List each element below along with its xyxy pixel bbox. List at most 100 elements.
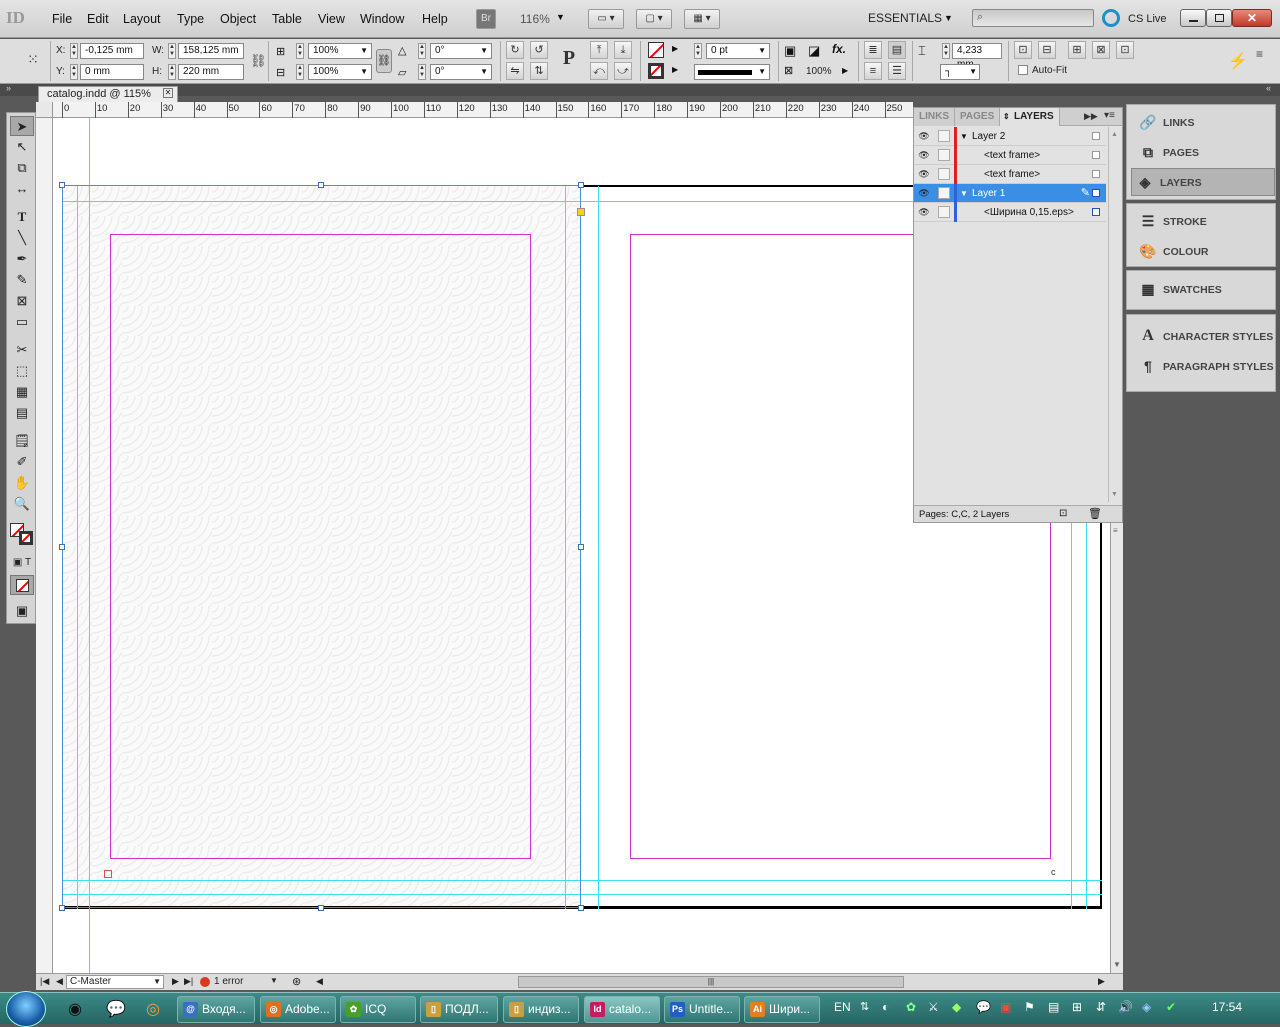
visibility-eye-icon[interactable]: 👁 [918,187,930,199]
layers-scroll-up-icon[interactable]: ▲ [1111,131,1118,138]
w-stepper[interactable]: ▲ ▼ [168,43,176,59]
paragraph-icon[interactable]: P [556,47,582,75]
selection-indicator[interactable] [1092,208,1100,216]
handle-top-left[interactable] [59,182,65,188]
rotate-ccw-icon[interactable]: ↺ [530,41,548,59]
x-stepper[interactable]: ▲ ▼ [70,43,78,59]
chevron-down-icon[interactable]: ▼ [556,12,565,22]
arrange-documents-button[interactable]: ▦ ▾ [684,9,720,29]
disclosure-triangle-icon[interactable]: ▼ [960,184,968,203]
opacity-chevron-icon[interactable]: ▶ [842,66,848,75]
disclosure-triangle-icon[interactable]: ▼ [960,127,968,146]
scissors-tool-icon[interactable]: ✂ [10,340,34,360]
firefox-icon[interactable]: ◎ [146,999,160,1019]
zoom-tool-icon[interactable]: 🔍 [10,494,34,514]
rotate-cw-icon[interactable]: ↻ [506,41,524,59]
first-page-icon[interactable]: |◀ [40,976,49,987]
scale-x-stepper[interactable]: ▲ ▼ [296,43,304,59]
select-content-icon[interactable]: ⤓ [614,41,632,59]
text-wrap-jump-icon[interactable]: ☰ [888,62,906,80]
note-tool-icon[interactable]: 🗒 [10,431,34,451]
line-tool-icon[interactable]: ╲ [10,228,34,248]
tray-icon-6[interactable]: ▤ [1048,1000,1059,1014]
bridge-button[interactable]: Br [476,9,496,29]
free-transform-tool-icon[interactable]: ⬚ [10,361,34,381]
fit-content-to-frame-icon[interactable]: ⊟ [1038,41,1056,59]
selection-tool-icon[interactable]: ➤ [10,116,34,136]
visibility-eye-icon[interactable]: 👁 [918,168,930,180]
menu-file[interactable]: File [52,12,72,26]
preflight-errors[interactable]: 1 error [214,976,243,987]
y-field[interactable]: 0 mm [80,64,144,80]
shear-field[interactable]: 0° ▼ [430,64,492,80]
bluetooth-icon[interactable]: ◈ [1142,1000,1151,1014]
chat-icon[interactable]: 💬 [106,999,126,1019]
fill-frame-icon[interactable]: ⊞ [1068,41,1086,59]
menu-type[interactable]: Type [177,12,204,26]
hand-tool-icon[interactable]: ✋ [10,473,34,493]
last-page-icon[interactable]: ▶| [184,976,193,987]
taskbar-button[interactable]: ▯ ПОДЛ... [420,996,498,1023]
pencil-tool-icon[interactable]: ✎ [10,270,34,290]
menu-layout[interactable]: Layout [123,12,161,26]
acrobat-tray-icon[interactable]: ▣ [1000,1000,1011,1014]
scale-y-field[interactable]: 100% ▼ [308,64,372,80]
restore-button[interactable] [1206,9,1232,27]
dock-paragraph-styles[interactable]: ¶ PARAGRAPH STYLES [1135,353,1275,381]
scale-y-stepper[interactable]: ▲ ▼ [296,64,304,80]
stroke-chevron-icon[interactable]: ▶ [672,65,678,74]
cs-live-button[interactable]: CS Live [1128,13,1167,25]
view-options-button[interactable]: ▭ ▾ [588,9,624,29]
panel-options-icon[interactable]: ▾≡ [1104,110,1115,121]
drop-shadow-icon[interactable]: ▣ [784,43,796,59]
opacity-value[interactable]: 100% [806,66,832,77]
tray-icon-1[interactable]: ◐ [882,1000,889,1014]
taskbar-button[interactable]: Ai Шири... [744,996,820,1023]
menu-window[interactable]: Window [360,12,404,26]
x-field[interactable]: -0,125 mm [80,43,144,59]
dock-links[interactable]: 🔗 LINKS [1135,109,1275,137]
taskbar-button[interactable]: ◎ Adobe... [260,996,336,1023]
fit-proportionally-icon[interactable]: ⊠ [1092,41,1110,59]
vertical-ruler[interactable] [36,118,53,973]
constrain-proportions-icon[interactable]: ⛓ [250,53,267,69]
horizontal-ruler[interactable]: 0 10 20 30 40 50 60 70 80 90 100 110 120 130 140 150 160… [53,102,913,118]
layer-item-row[interactable]: 👁 <Ширина 0,15.eps> [914,203,1106,222]
corner-options-handle[interactable] [577,208,585,216]
stroke-color-icon[interactable] [19,531,33,545]
gap-tool-icon[interactable]: ↔ [10,179,34,199]
handle-bottom-center[interactable] [318,905,324,911]
flag-icon[interactable]: ⚑ [1024,1000,1035,1014]
document-tab[interactable]: catalog.indd @ 115% ✕ [38,86,178,102]
tab-links[interactable]: LINKS [914,108,955,126]
direct-selection-tool-icon[interactable]: ↖ [10,137,34,157]
link-scale-icon[interactable]: ⛓ [376,49,392,73]
fill-chevron-icon[interactable]: ▶ [672,44,678,53]
dock-stroke[interactable]: ☰ STROKE [1135,208,1275,236]
collapse-panel-icon[interactable]: ▶▶ [1084,111,1098,122]
close-document-icon[interactable]: ✕ [163,88,173,98]
stroke-weight-stepper[interactable]: ▲ ▼ [694,43,702,59]
tab-layers[interactable]: ⇕ LAYERS [1000,108,1060,126]
taskbar-button[interactable]: ▯ индиз... [503,996,579,1023]
handle-bottom-right[interactable] [578,905,584,911]
workspace-chevron-icon[interactable]: ▼ [944,13,953,23]
selection-indicator[interactable] [1092,189,1100,197]
usb-icon[interactable]: ⇵ [1096,1000,1106,1014]
start-button[interactable] [6,991,46,1027]
fill-swatch-icon[interactable] [648,42,664,58]
lock-toggle[interactable] [938,187,950,199]
new-layer-icon[interactable]: ⊡ [1059,508,1067,519]
stroke-weight-field[interactable]: 0 pt ▼ [706,43,770,59]
rotate-field[interactable]: 0° ▼ [430,43,492,59]
lightning-icon[interactable]: ⚡ [1228,51,1248,71]
lock-toggle[interactable] [938,206,950,218]
taskbar-button[interactable]: @ Входя... [177,996,255,1023]
taskbar-button[interactable]: ✿ ICQ [340,996,416,1023]
corner-stepper[interactable]: ▲ ▼ [942,43,950,59]
handle-top-center[interactable] [318,182,324,188]
dock-pages[interactable]: ⧉ PAGES [1135,139,1275,167]
h-stepper[interactable]: ▲ ▼ [168,64,176,80]
layer-item-row[interactable]: 👁 <text frame> [914,165,1106,184]
scroll-right-icon[interactable]: ▶ [1098,976,1105,987]
